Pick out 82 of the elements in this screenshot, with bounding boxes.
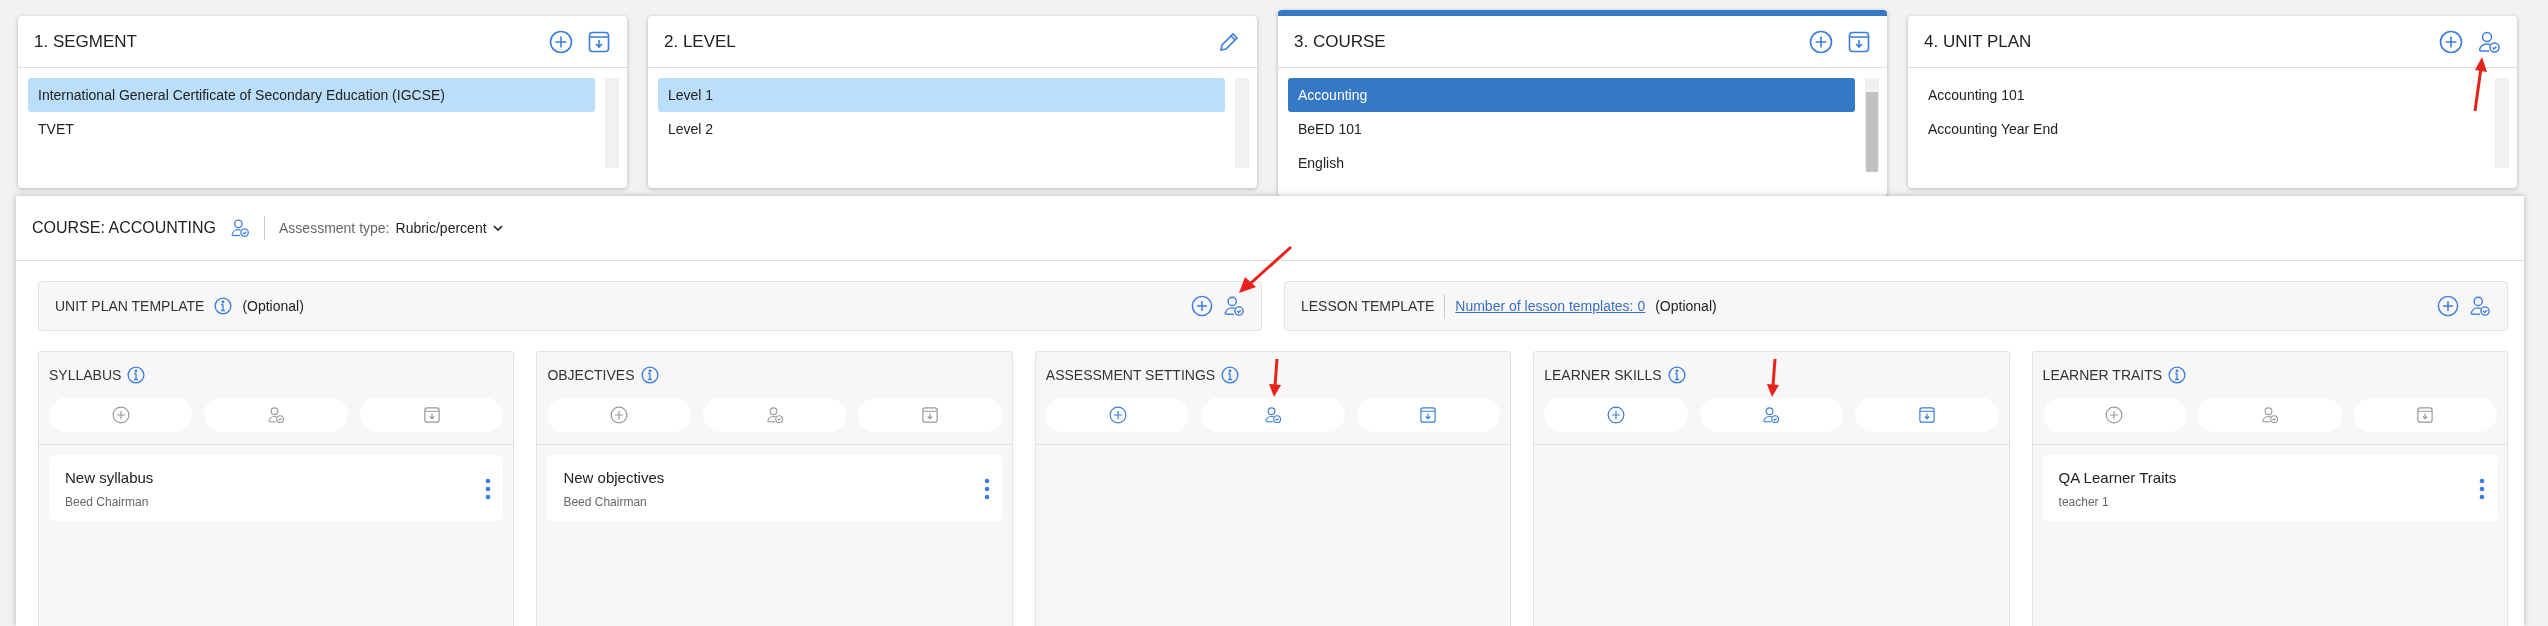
template-title: LESSON TEMPLATE [1301,298,1435,314]
panel-title: 1. SEGMENT [34,31,138,52]
plus-circle-icon [1108,406,1127,424]
plus-circle-icon [2439,29,2463,54]
info-icon[interactable] [1221,366,1240,384]
plus-circle-icon [1809,29,1833,54]
info-icon[interactable] [2168,366,2187,384]
user-check-icon [230,218,250,238]
assessment-dropdown[interactable]: Rubric/percent [395,220,503,236]
download-box-icon [587,29,611,54]
user-check-icon [1223,295,1245,317]
plus-circle-icon [1191,295,1213,317]
column-title: ASSESSMENT SETTINGS [1045,367,1216,383]
plus-circle-icon [549,29,573,54]
list-item[interactable]: Accounting [1288,78,1855,112]
column-title: OBJECTIVES [547,367,635,383]
user-check-icon [1762,406,1781,424]
template-count-link[interactable]: Number of lesson templates: 0 [1455,298,1646,314]
kebab-menu-icon[interactable] [983,478,990,500]
course-title: COURSE: ACCOUNTING [32,219,216,237]
list-item[interactable]: Accounting 101 [1918,78,2485,112]
caret-icon [492,224,503,232]
item-card[interactable]: New syllabus Beed Chairman [49,455,504,521]
list-item[interactable]: Level 2 [658,112,1225,146]
list-item[interactable]: BeED 101 [1288,112,1855,146]
icon-button[interactable] [1191,295,1213,317]
download-box-icon [1917,406,1936,424]
list-item[interactable]: Accounting Year End [1918,112,2485,146]
panel-title: 3. COURSE [1294,31,1387,52]
panel-title: 2. LEVEL [664,31,737,52]
list-item[interactable]: International General Certificate of Secondary Education (IGCSE) [28,78,595,112]
item-author: Beed Chairman [563,495,648,509]
icon-button[interactable] [2437,295,2459,317]
plus-circle-icon [2105,406,2124,424]
item-card[interactable]: New objectives Beed Chairman [547,455,1002,521]
action-button[interactable] [1356,398,1501,432]
info-icon[interactable] [214,297,233,315]
item-card[interactable]: QA Learner Traits teacher 1 [2042,455,2497,521]
plus-circle-icon [111,406,130,424]
list-item[interactable]: TVET [28,112,595,146]
icon-button[interactable] [1809,29,1833,54]
info-icon[interactable] [127,366,146,384]
icon-button[interactable] [1847,29,1871,54]
panel-title: 4. UNIT PLAN [1924,31,2033,52]
column-title: LEARNER SKILLS [1544,367,1662,383]
info-icon[interactable] [1667,366,1686,384]
action-button[interactable] [1855,398,1999,432]
list-item[interactable]: English [1288,146,1855,180]
user-check-icon [267,406,286,424]
plus-circle-icon [610,406,629,424]
plus-circle-icon [1606,406,1625,424]
user-check-icon [2469,295,2491,317]
optional-note: (Optional) [242,298,304,314]
item-title: New objectives [563,469,666,486]
download-box-icon [2416,406,2435,424]
user-check-icon [2260,406,2279,424]
download-box-icon [921,406,940,424]
user-check-icon [765,406,784,424]
column-title: SYLLABUS [49,367,122,383]
template-title: UNIT PLAN TEMPLATE [55,298,205,314]
item-title: QA Learner Traits [2058,469,2178,486]
plus-circle-icon [2437,295,2459,317]
icon-button[interactable] [2439,29,2463,54]
list-item[interactable]: Level 1 [658,78,1225,112]
info-icon[interactable] [640,366,659,384]
item-author: Beed Chairman [65,495,150,509]
optional-note: (Optional) [1655,298,1717,314]
icon-button[interactable] [549,29,573,54]
item-title: New syllabus [65,469,155,486]
icon-button[interactable] [2469,295,2491,317]
icon-button[interactable] [587,29,611,54]
user-check-icon [1264,406,1282,424]
item-author: teacher 1 [2058,495,2110,509]
assessment-label: Assessment type: [279,220,390,236]
icon-button[interactable] [230,218,250,238]
user-check-icon [2477,29,2501,54]
kebab-menu-icon[interactable] [2479,478,2485,500]
download-box-icon [422,406,441,424]
kebab-menu-icon[interactable] [485,478,492,500]
download-box-icon [1847,29,1871,54]
column-title: LEARNER TRAITS [2042,367,2163,383]
download-box-icon [1419,406,1438,424]
